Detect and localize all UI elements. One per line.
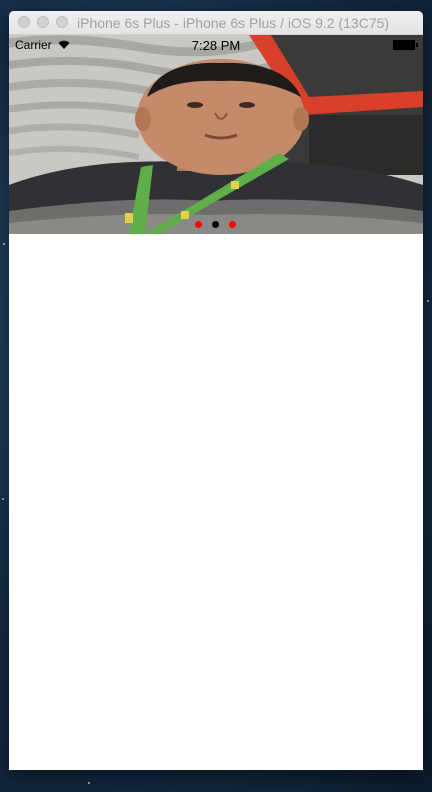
battery-icon [393,40,418,50]
desktop-star [3,243,5,245]
ios-status-bar: Carrier 7:28 PM [9,35,423,55]
selfie-photo-image [9,35,423,234]
simulator-window: iPhone 6s Plus - iPhone 6s Plus / iOS 9.… [9,11,423,770]
desktop-star [427,300,429,302]
device-screen: Carrier 7:28 PM [9,35,423,770]
window-titlebar[interactable]: iPhone 6s Plus - iPhone 6s Plus / iOS 9.… [9,11,423,35]
close-button[interactable] [18,16,30,28]
minimize-button[interactable] [37,16,49,28]
desktop-star [88,782,90,784]
desktop-star [2,498,4,500]
page-dot[interactable] [229,221,236,228]
page-dot-active[interactable] [212,221,219,228]
page-dot[interactable] [195,221,202,228]
zoom-button[interactable] [56,16,68,28]
window-title: iPhone 6s Plus - iPhone 6s Plus / iOS 9.… [77,15,390,31]
status-time: 7:28 PM [191,38,241,53]
carousel-photo[interactable]: Carrier 7:28 PM [9,35,423,234]
